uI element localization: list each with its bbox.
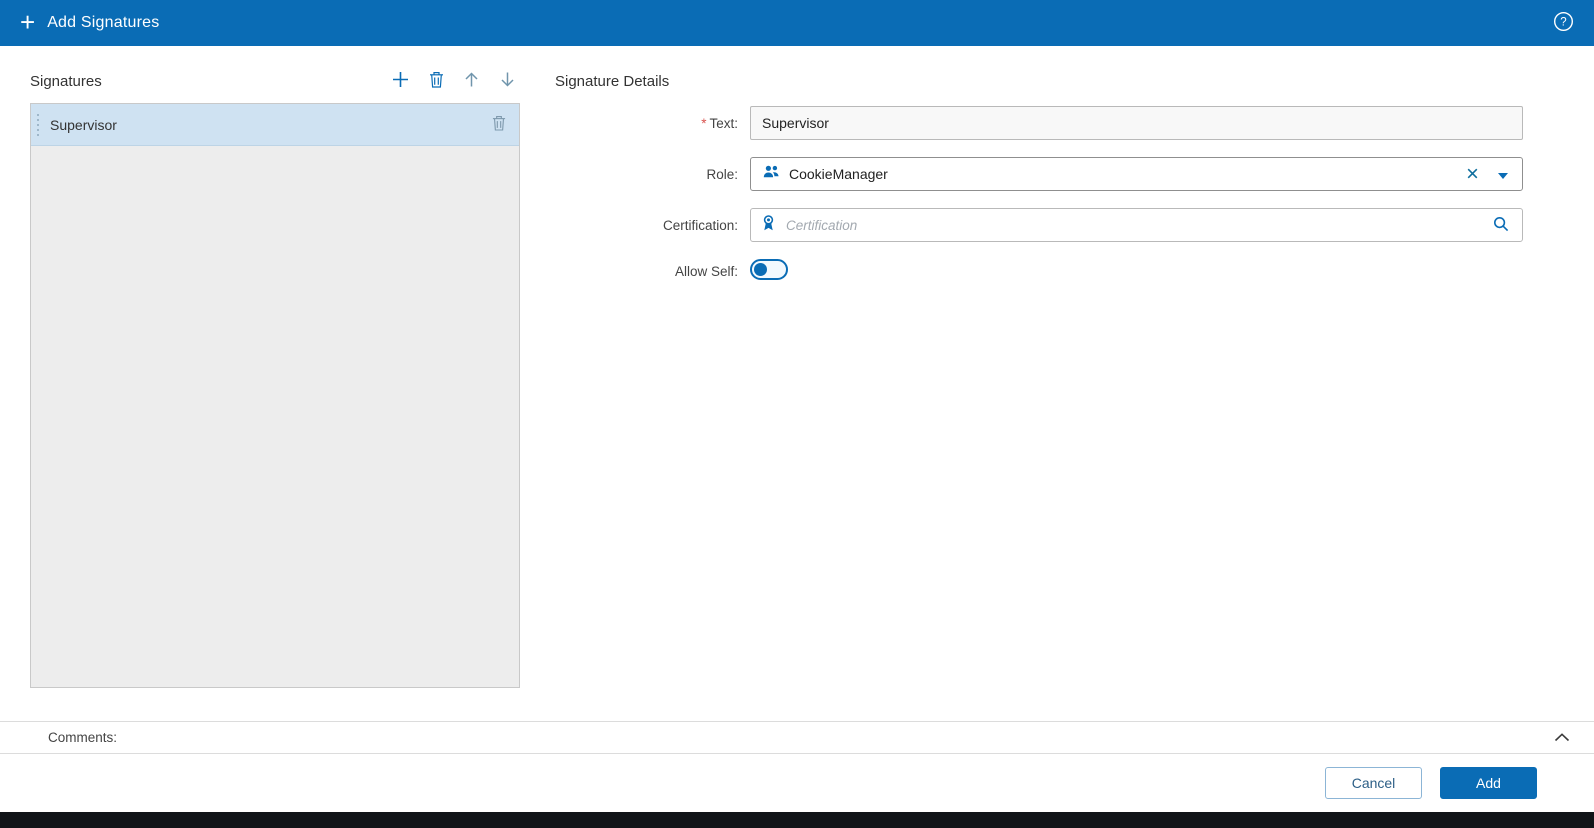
text-input[interactable]: [750, 106, 1523, 140]
text-field-row: * Text:: [555, 106, 1594, 140]
plus-icon: [391, 70, 410, 92]
certification-badge-icon: [762, 214, 775, 236]
arrow-up-icon: [463, 71, 480, 91]
allow-self-row: Allow Self:: [555, 259, 1594, 283]
delete-signature-button[interactable]: [427, 69, 446, 93]
arrow-down-icon: [499, 71, 516, 91]
plus-icon: +: [20, 6, 36, 37]
signature-item-label: Supervisor: [50, 116, 117, 133]
comments-collapse-button[interactable]: [1552, 728, 1572, 747]
role-dropdown-button[interactable]: [1496, 165, 1510, 184]
role-select[interactable]: CookieManager: [750, 157, 1523, 191]
close-icon: [1467, 167, 1478, 182]
certification-input[interactable]: [784, 216, 1491, 234]
comments-label: Comments:: [48, 730, 118, 745]
add-signature-button[interactable]: [389, 68, 412, 94]
chevron-down-icon: [1498, 167, 1508, 182]
comments-section: Comments:: [0, 721, 1594, 754]
title-bar: + Add Signatures ?: [0, 0, 1594, 46]
svg-text:?: ?: [1560, 17, 1566, 29]
footer-actions: Cancel Add: [0, 754, 1594, 812]
help-icon: ?: [1553, 11, 1574, 35]
trash-icon: [429, 71, 444, 91]
drag-handle[interactable]: [35, 112, 41, 138]
certification-field-row: Certification:: [555, 208, 1594, 242]
toggle-knob: [754, 263, 767, 276]
role-selected-value: CookieManager: [789, 166, 888, 182]
users-icon: [763, 165, 780, 183]
certification-label: Certification:: [662, 217, 738, 233]
allow-self-label: Allow Self:: [674, 263, 738, 279]
details-title: Signature Details: [555, 72, 670, 90]
page-title: Add Signatures: [47, 14, 160, 31]
chevron-up-icon: [1554, 730, 1570, 745]
signatures-list: Supervisor: [30, 103, 520, 688]
certification-field: [750, 208, 1523, 242]
bottom-bar: [0, 812, 1594, 828]
signatures-panel-title: Signatures: [30, 72, 102, 90]
cancel-button[interactable]: Cancel: [1325, 767, 1422, 799]
list-item[interactable]: Supervisor: [31, 104, 519, 146]
item-delete-button[interactable]: [492, 115, 506, 134]
role-field-row: Role: CookieManager: [555, 157, 1594, 191]
add-button[interactable]: Add: [1440, 767, 1537, 799]
allow-self-toggle[interactable]: [750, 259, 788, 280]
signatures-toolbar: [389, 68, 520, 94]
role-label: Role:: [706, 166, 738, 182]
text-label: * Text:: [701, 115, 738, 131]
signatures-panel: Signatures Supervisor: [30, 46, 520, 721]
certification-search-button[interactable]: [1491, 214, 1511, 237]
search-icon: [1493, 216, 1509, 235]
help-button[interactable]: ?: [1553, 11, 1574, 35]
required-marker: *: [701, 115, 707, 131]
move-down-button[interactable]: [497, 69, 518, 93]
trash-icon: [492, 115, 506, 134]
signature-details-panel: Signature Details *Text: Role:: [520, 46, 1594, 721]
move-up-button[interactable]: [461, 69, 482, 93]
main-area: Signatures Supervisor Signature Details …: [0, 46, 1594, 721]
clear-role-button[interactable]: [1465, 165, 1480, 184]
